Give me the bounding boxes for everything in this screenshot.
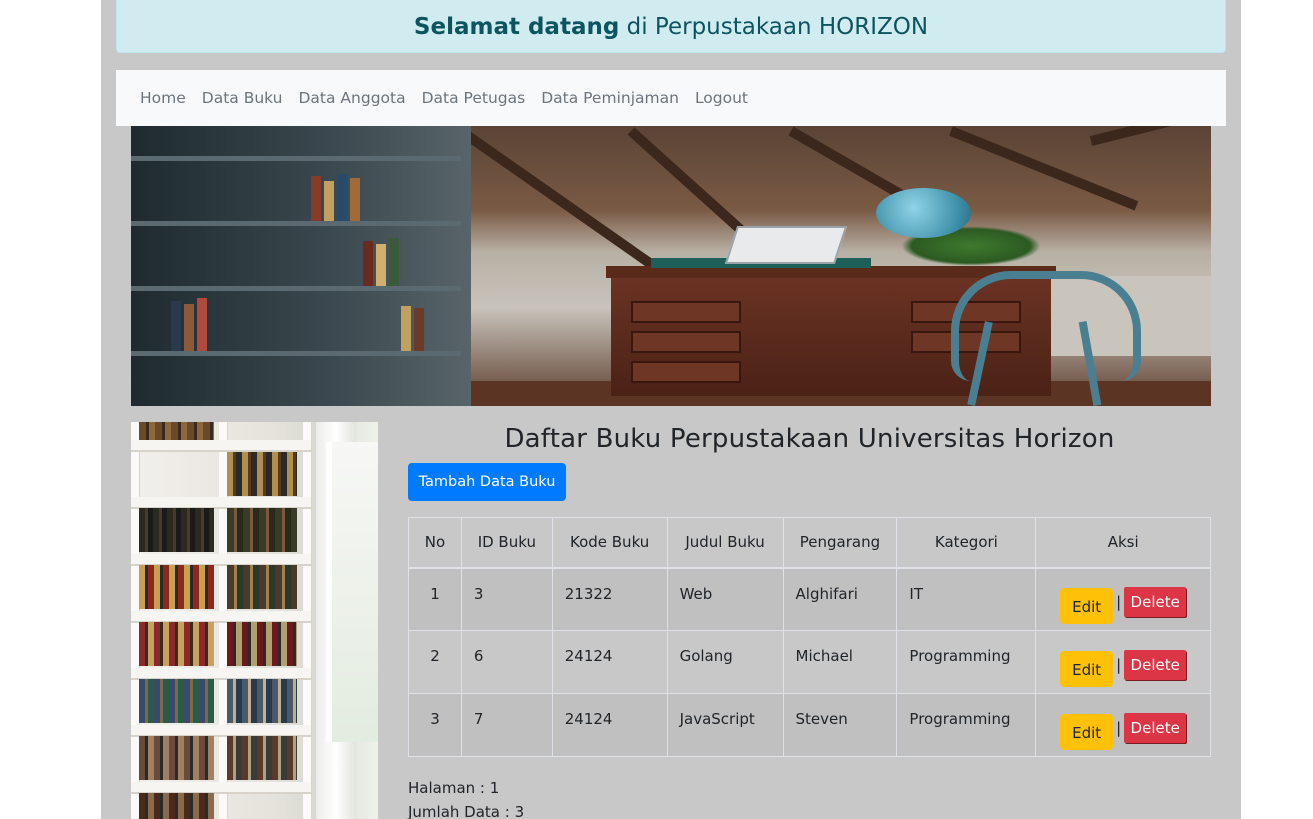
action-separator: | (1116, 656, 1122, 674)
cell-kategori: Programming (896, 630, 1037, 694)
side-bookshelf-image (131, 422, 378, 819)
page-title: Daftar Buku Perpustakaan Universitas Hor… (504, 424, 1115, 454)
header-judul-buku: Judul Buku (666, 517, 784, 569)
cell-judul-buku: Web (666, 567, 784, 631)
cell-aksi: Edit | Delete (1035, 693, 1211, 757)
action-separator: | (1116, 719, 1122, 737)
welcome-bold-text: Selamat datang (413, 14, 620, 40)
cell-aksi: Edit | Delete (1035, 630, 1211, 694)
header-kode-buku: Kode Buku (551, 517, 668, 569)
table-row: 1 3 21322 Web Alghifari IT Edit | Delete (408, 567, 1211, 631)
nav-data-buku[interactable]: Data Buku (194, 89, 291, 107)
welcome-banner: Selamat datang di Perpustakaan HORIZON (116, 0, 1226, 53)
nav-data-petugas[interactable]: Data Petugas (414, 89, 534, 107)
navbar: Home Data Buku Data Anggota Data Petugas… (116, 70, 1226, 126)
books-table: No ID Buku Kode Buku Judul Buku Pengaran… (408, 517, 1211, 757)
page-number-text: Halaman : 1 (408, 779, 500, 797)
cell-no: 2 (408, 630, 462, 694)
cell-id-buku: 6 (460, 630, 553, 694)
cell-aksi: Edit | Delete (1035, 567, 1211, 631)
table-header-row: No ID Buku Kode Buku Judul Buku Pengaran… (408, 517, 1211, 569)
header-kategori: Kategori (896, 517, 1037, 569)
cell-pengarang: Steven (782, 693, 898, 757)
action-separator: | (1116, 593, 1122, 612)
delete-button[interactable]: Delete (1124, 587, 1187, 618)
nav-data-peminjaman[interactable]: Data Peminjaman (533, 89, 687, 107)
cell-kategori: IT (896, 567, 1037, 631)
cell-kode-buku: 24124 (551, 630, 668, 694)
cell-id-buku: 3 (460, 567, 553, 631)
cell-kategori: Programming (896, 693, 1037, 757)
cell-id-buku: 7 (460, 693, 553, 757)
table-row: 2 6 24124 Golang Michael Programming Edi… (408, 630, 1211, 694)
table-row: 3 7 24124 JavaScript Steven Programming … (408, 693, 1211, 757)
cell-pengarang: Michael (782, 630, 898, 694)
delete-button[interactable]: Delete (1124, 713, 1187, 743)
welcome-rest-text: di Perpustakaan HORIZON (619, 14, 929, 40)
header-pengarang: Pengarang (782, 517, 898, 569)
header-id-buku: ID Buku (460, 517, 553, 569)
edit-button[interactable]: Edit (1060, 651, 1114, 687)
header-no: No (408, 517, 462, 569)
cell-no: 1 (408, 567, 462, 631)
cell-judul-buku: Golang (666, 630, 784, 694)
data-count-text: Jumlah Data : 3 (408, 803, 525, 819)
cell-kode-buku: 24124 (551, 693, 668, 757)
nav-data-anggota[interactable]: Data Anggota (291, 89, 414, 107)
header-aksi: Aksi (1035, 517, 1211, 569)
cell-no: 3 (408, 693, 462, 757)
pagination-info: Halaman : 1 Jumlah Data : 3 (408, 776, 524, 819)
nav-logout[interactable]: Logout (687, 89, 756, 107)
delete-button[interactable]: Delete (1124, 650, 1187, 680)
cell-kode-buku: 21322 (551, 567, 668, 631)
cell-pengarang: Alghifari (782, 567, 898, 631)
banner-image (131, 126, 1211, 406)
nav-home[interactable]: Home (132, 89, 194, 107)
edit-button[interactable]: Edit (1060, 714, 1114, 750)
edit-button[interactable]: Edit (1060, 588, 1114, 625)
cell-judul-buku: JavaScript (666, 693, 784, 757)
add-book-button[interactable]: Tambah Data Buku (408, 463, 566, 501)
